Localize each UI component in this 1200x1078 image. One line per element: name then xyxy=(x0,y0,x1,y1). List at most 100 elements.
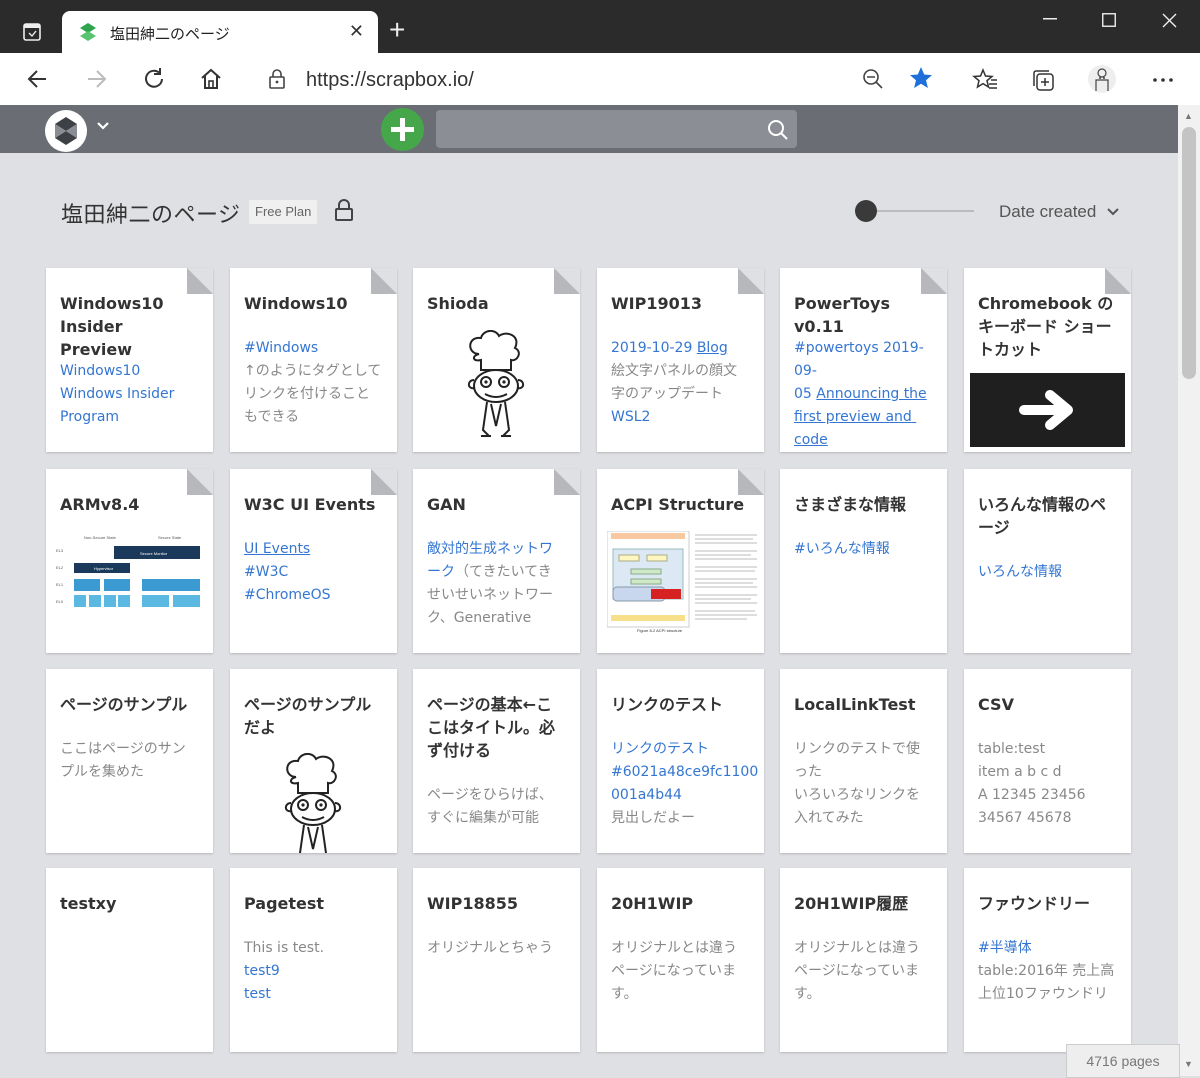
back-arrow-icon[interactable] xyxy=(24,65,52,93)
description-line: 2019-10-29 Blog xyxy=(611,337,754,360)
tab-actions-icon[interactable] xyxy=(14,18,48,48)
close-tab-icon[interactable]: ✕ xyxy=(349,21,364,42)
page-link[interactable]: Windows10 xyxy=(60,363,140,379)
new-tab-button[interactable]: + xyxy=(389,16,405,44)
page-card[interactable]: リンクのテスト リンクのテスト #6021a48ce9fc1100 001a4b44 見… xyxy=(597,669,764,853)
page-card[interactable]: さまざまな情報 #いろんな情報 xyxy=(780,469,947,653)
page-link[interactable]: #半導体 xyxy=(978,940,1032,956)
page-link[interactable]: #powertoys 2019-09- xyxy=(794,340,924,379)
description-line: Program xyxy=(60,406,203,429)
forward-arrow-icon[interactable] xyxy=(82,65,110,93)
page-link[interactable]: 001a4b44 xyxy=(611,787,682,803)
page-card[interactable]: W3C UI Events UI Events #W3C #ChromeOS xyxy=(230,469,397,653)
description-line: 入れてみた xyxy=(794,807,937,830)
browser-tab[interactable]: 塩田紳二のページ ✕ xyxy=(62,11,378,53)
url-text[interactable]: https://scrapbox.io/ xyxy=(306,69,474,92)
chevron-down-icon[interactable] xyxy=(96,119,110,133)
maximize-icon[interactable] xyxy=(1102,13,1116,27)
page-card-title: LocalLinkTest xyxy=(794,695,916,714)
scrollbar-thumb[interactable] xyxy=(1182,127,1196,379)
page-card-description: #Windows ↑のようにタグとして リンクを付けること もできる xyxy=(244,337,387,429)
description-text: ク、Generative xyxy=(427,610,532,626)
scroll-down-icon[interactable]: ▼ xyxy=(1184,1059,1193,1069)
home-icon[interactable] xyxy=(197,65,225,93)
page-card[interactable]: Windows10 Insider Preview Windows10 Window… xyxy=(46,268,213,452)
scrollbar[interactable]: ▲ ▼ xyxy=(1178,105,1200,1076)
scrapbox-logo[interactable] xyxy=(45,110,87,152)
sort-dropdown[interactable]: Date created xyxy=(999,202,1119,222)
close-window-icon[interactable] xyxy=(1162,13,1177,28)
page-card[interactable]: Pagetest This is test. test9 test xyxy=(230,868,397,1052)
page-link[interactable]: Windows Insider xyxy=(60,386,174,402)
page-link[interactable]: Program xyxy=(60,409,119,425)
page-card[interactable]: testxy xyxy=(46,868,213,1052)
scroll-up-icon[interactable]: ▲ xyxy=(1184,111,1193,121)
page-card[interactable]: いろんな情報のページ いろんな情報 xyxy=(964,469,1131,653)
page-card[interactable]: ページのサンプルだよ xyxy=(230,669,397,853)
project-title[interactable]: 塩田紳二のページ xyxy=(61,197,241,229)
description-line: 見出しだよー xyxy=(611,807,754,830)
minimize-icon[interactable] xyxy=(1043,18,1057,20)
page-link[interactable]: 05 xyxy=(794,386,816,402)
page-card[interactable]: ACPI Structure Figure 8-2 ACPI structure xyxy=(597,469,764,653)
page-card-title: ACPI Structure xyxy=(611,495,745,514)
description-line: #半導体 xyxy=(978,937,1121,960)
page-card[interactable]: WIP18855 オリジナルとちゃう xyxy=(413,868,580,1052)
page-card[interactable]: ARMv8.4 Non-Secure State Secure State Secur… xyxy=(46,469,213,653)
page-link[interactable]: 2019-10-29 xyxy=(611,340,697,356)
page-card-description: ページをひらけば、 すぐに編集が可能 xyxy=(427,784,570,830)
page-card[interactable]: CSV table:test item a b c d A 12345 23456 34… xyxy=(964,669,1131,853)
page-link[interactable]: #ChromeOS xyxy=(244,587,331,603)
page-link[interactable]: #いろんな情報 xyxy=(794,541,890,557)
scrapbox-favicon-icon xyxy=(80,23,96,41)
page-card[interactable]: Shioda xyxy=(413,268,580,452)
page-link[interactable]: #Windows xyxy=(244,340,318,356)
page-card-description: #半導体 table:2016年 売上高 上位10ファウンドリ xyxy=(978,937,1121,1006)
page-link[interactable]: #6021a48ce9fc1100 xyxy=(611,764,758,780)
page-card[interactable]: ページのサンプル ここはページのサン プルを集めた xyxy=(46,669,213,853)
page-card[interactable]: ページの基本←ここはタイトル。必ず付ける ページをひらけば、 すぐに編集が可能 xyxy=(413,669,580,853)
page-link[interactable]: #W3C xyxy=(244,564,288,580)
grid-size-slider-track[interactable] xyxy=(866,210,974,212)
page-card[interactable]: Windows10 #Windows ↑のようにタグとして リンクを付けること もできる xyxy=(230,268,397,452)
page-card[interactable]: 20H1WIP オリジナルとは違う ページになっていま す。 xyxy=(597,868,764,1052)
page-link[interactable]: first preview and code xyxy=(794,409,916,448)
address-bar[interactable]: https://scrapbox.io/ xyxy=(248,60,948,98)
page-card[interactable]: 20H1WIP履歴 オリジナルとは違う ページになっていま す。 xyxy=(780,868,947,1052)
page-link[interactable]: test9 xyxy=(244,963,280,979)
lock-icon[interactable] xyxy=(268,69,286,89)
page-card[interactable]: Chromebook のキーボード ショートカット xyxy=(964,268,1131,452)
page-link[interactable]: UI Events xyxy=(244,541,310,557)
collections-icon[interactable] xyxy=(1030,67,1056,93)
page-card-title: Shioda xyxy=(427,294,489,313)
grid-size-slider-handle[interactable] xyxy=(855,200,877,222)
page-card[interactable]: ファウンドリー #半導体 table:2016年 売上高 上位10ファウンドリ xyxy=(964,868,1131,1052)
description-line: 上位10ファウンドリ xyxy=(978,983,1121,1006)
page-link[interactable]: リンクのテスト xyxy=(611,741,709,757)
description-text: ページをひらけば、 xyxy=(427,787,553,803)
plan-badge[interactable]: Free Plan xyxy=(249,200,318,224)
search-icon[interactable] xyxy=(767,119,789,141)
page-link[interactable]: いろんな情報 xyxy=(978,564,1062,580)
page-card[interactable]: GAN 敵対的生成ネットワ ーク（てきたいてき せいせいネットワー ク、Generati… xyxy=(413,469,580,653)
page-card[interactable]: PowerToys v0.11 #powertoys 2019-09- 05 Ann… xyxy=(780,268,947,452)
page-card[interactable]: LocalLinkTest リンクのテストで使 った いろいろなリンクを 入れてみた xyxy=(780,669,947,853)
page-link[interactable]: 敵対的生成ネットワ xyxy=(427,541,553,557)
description-text: もできる xyxy=(244,409,300,425)
new-page-button[interactable] xyxy=(381,108,424,151)
page-link[interactable]: WSL2 xyxy=(611,409,650,425)
favorites-icon[interactable] xyxy=(972,67,998,93)
page-link[interactable]: test xyxy=(244,986,271,1002)
star-icon[interactable] xyxy=(908,65,934,91)
page-card-title: ページのサンプルだよ xyxy=(244,695,372,737)
page-link[interactable]: Blog xyxy=(697,340,728,356)
zoom-out-icon[interactable] xyxy=(862,68,884,90)
page-card-description: This is test. test9 test xyxy=(244,937,387,1006)
page-card[interactable]: WIP19013 2019-10-29 Blog 絵文字パネルの顔文 字のアップデート… xyxy=(597,268,764,452)
page-link[interactable]: Announcing the xyxy=(816,386,926,402)
page-link[interactable]: ーク xyxy=(427,564,455,580)
search-input[interactable] xyxy=(436,110,797,148)
reload-icon[interactable] xyxy=(140,65,168,93)
more-icon[interactable] xyxy=(1150,67,1176,93)
profile-icon[interactable] xyxy=(1087,64,1117,94)
